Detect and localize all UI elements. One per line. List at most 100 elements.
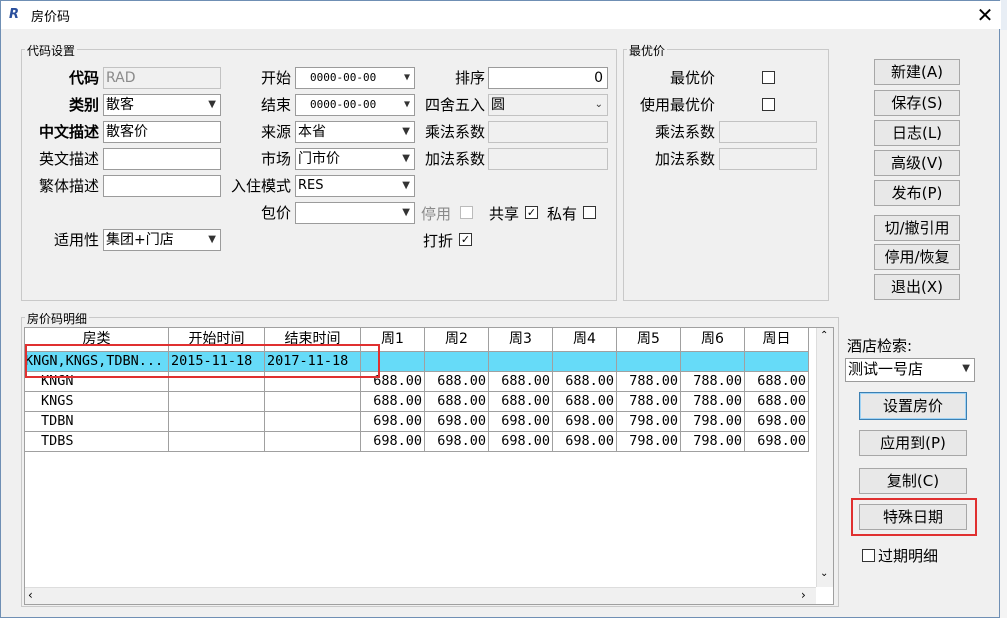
advanced-button[interactable]: 高级(V) [874,150,960,176]
table-row-cell[interactable]: 788.00 [681,372,745,392]
vertical-scrollbar[interactable]: ⌃ ⌄ [816,328,833,587]
table-row-cell[interactable]: 688.00 [745,392,809,412]
window-title: 房价码 [31,10,71,25]
expired-detail-checkbox[interactable] [862,549,875,562]
table-group-row-cell[interactable] [745,352,809,372]
table-row-cell[interactable]: 688.00 [745,372,809,392]
table-row-cell[interactable]: 698.00 [553,432,617,452]
column-header[interactable]: 周4 [553,328,617,352]
tw-desc-label: 繁体描述 [38,177,99,195]
table-row-cell[interactable]: 688.00 [489,392,553,412]
table-group-row-cell[interactable] [425,352,489,372]
table-row-cell[interactable] [169,432,265,452]
best-multiplier-label: 乘法系数 [654,123,715,141]
table-row-cell[interactable] [265,412,361,432]
discount-checkbox[interactable]: ✓ [459,233,472,246]
table-row-cell[interactable]: 788.00 [617,392,681,412]
table-row-cell[interactable]: KNGS [25,392,169,412]
table-row-cell[interactable]: 698.00 [425,412,489,432]
tw-desc-field[interactable] [103,175,221,197]
private-checkbox[interactable] [583,206,596,219]
close-icon[interactable]: ✕ [973,3,997,27]
table-row-cell[interactable]: 688.00 [425,372,489,392]
table-row-cell[interactable]: 698.00 [361,432,425,452]
table-row-cell[interactable]: 798.00 [681,412,745,432]
new-button[interactable]: 新建(A) [874,59,960,85]
best-multiplier-field[interactable] [719,121,817,143]
apply-to-button[interactable]: 应用到(P) [859,430,967,456]
table-group-row-cell[interactable] [681,352,745,372]
column-header[interactable]: 周日 [745,328,809,352]
table-row-cell[interactable]: 798.00 [681,432,745,452]
table-row-cell[interactable]: 698.00 [745,432,809,452]
table-row-cell[interactable]: 798.00 [617,432,681,452]
hotel-search-select[interactable]: 测试一号店 ▼ [845,358,975,382]
table-row-cell[interactable]: 688.00 [553,392,617,412]
table-row-cell[interactable]: 698.00 [361,412,425,432]
checkin-mode-select[interactable]: RES ▼ [295,175,415,197]
table-row-cell[interactable]: 698.00 [745,412,809,432]
log-button[interactable]: 日志(L) [874,120,960,146]
table-row-cell[interactable] [265,432,361,452]
exit-button[interactable]: 退出(X) [874,274,960,300]
use-best-checkbox[interactable] [762,98,775,111]
addend-field[interactable] [488,148,608,170]
table-row-cell[interactable]: 698.00 [553,412,617,432]
table-row-cell[interactable]: 698.00 [489,432,553,452]
table-group-row-cell[interactable] [553,352,617,372]
disabled-checkbox[interactable] [460,206,473,219]
scroll-down-icon[interactable]: ⌄ [820,568,828,579]
table-row-cell[interactable]: 798.00 [617,412,681,432]
en-desc-field[interactable] [103,148,221,170]
table-row-cell[interactable]: 788.00 [617,372,681,392]
column-header[interactable]: 周3 [489,328,553,352]
use-best-label: 使用最优价 [639,96,715,114]
table-row-cell[interactable]: 788.00 [681,392,745,412]
table-row-cell[interactable] [169,392,265,412]
column-header[interactable]: 周2 [425,328,489,352]
column-header[interactable]: 周6 [681,328,745,352]
toggle-reference-button[interactable]: 切/撤引用 [874,215,960,241]
table-row-cell[interactable]: 688.00 [361,392,425,412]
market-select[interactable]: 门市价 ▼ [295,148,415,170]
table-row-cell[interactable] [265,392,361,412]
scroll-up-icon[interactable]: ⌃ [820,330,828,341]
column-header[interactable]: 周5 [617,328,681,352]
category-select[interactable]: 散客 ▼ [103,94,221,116]
set-price-button[interactable]: 设置房价 [859,392,967,420]
best-checkbox[interactable] [762,71,775,84]
table-row-cell[interactable]: 698.00 [425,432,489,452]
scroll-right-icon[interactable]: › [801,588,806,602]
table-row-cell[interactable]: TDBS [25,432,169,452]
table-row-cell[interactable]: 688.00 [553,372,617,392]
horizontal-scrollbar[interactable]: ‹ › [25,587,816,604]
shared-checkbox[interactable]: ✓ [525,206,538,219]
package-select[interactable]: ▼ [295,202,415,224]
sort-field[interactable]: 0 [488,67,608,89]
scroll-left-icon[interactable]: ‹ [28,588,33,602]
rounding-select[interactable]: 圆 ⌄ [488,94,608,116]
publish-button[interactable]: 发布(P) [874,180,960,206]
start-date-picker[interactable]: 0000-00-00 ▼ [295,67,415,89]
end-date-picker[interactable]: 0000-00-00 ▼ [295,94,415,116]
multiplier-field[interactable] [488,121,608,143]
table-row-cell[interactable]: 698.00 [489,412,553,432]
table-row-cell[interactable]: TDBN [25,412,169,432]
best-addend-field[interactable] [719,148,817,170]
table-group-row-cell[interactable] [489,352,553,372]
copy-button[interactable]: 复制(C) [859,468,967,494]
disable-restore-button[interactable]: 停用/恢复 [874,244,960,270]
save-button[interactable]: 保存(S) [874,90,960,116]
end-date-value: 0000-00-00 [310,98,377,111]
table-row-cell[interactable] [169,412,265,432]
code-field[interactable]: RAD [103,67,221,89]
source-select[interactable]: 本省 ▼ [295,121,415,143]
applicability-select[interactable]: 集团+门店 ▼ [103,229,221,251]
hotel-search-value: 测试一号店 [848,360,924,378]
table-group-row-cell[interactable] [617,352,681,372]
special-date-button[interactable]: 特殊日期 [859,504,967,530]
table-row-cell[interactable]: 688.00 [425,392,489,412]
table-row-cell[interactable]: 688.00 [489,372,553,392]
cn-desc-label: 中文描述 [38,123,99,141]
cn-desc-field[interactable]: 散客价 [103,121,221,143]
